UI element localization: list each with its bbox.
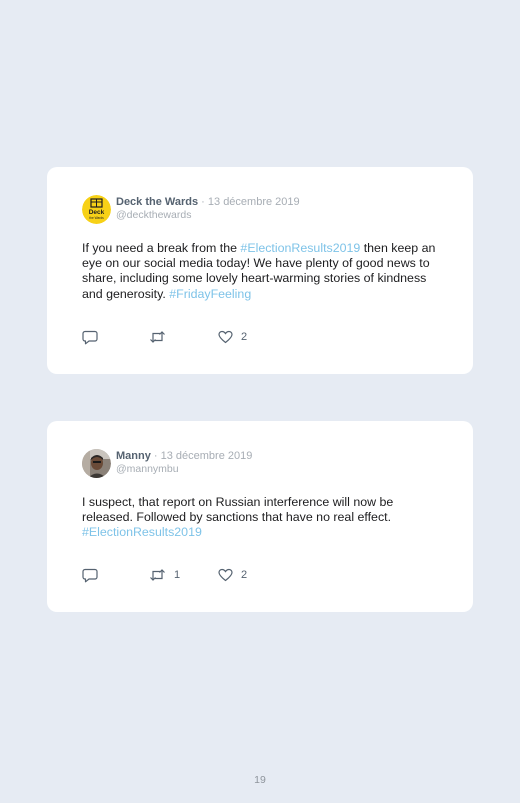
tweet-text: If you need a break from the #ElectionRe… <box>82 241 442 302</box>
author-line: Deck the Wards · 13 décembre 2019 <box>116 196 300 208</box>
reply-button[interactable] <box>82 329 106 345</box>
tweet-text-segment: I suspect, that report on Russian interf… <box>82 495 394 525</box>
profile-photo <box>82 449 111 478</box>
like-button[interactable]: 2 <box>218 329 247 345</box>
retweet-count: 1 <box>174 569 181 581</box>
retweet-icon <box>149 568 166 582</box>
author-name[interactable]: Deck the Wards <box>116 196 198 208</box>
reply-icon <box>82 568 98 583</box>
hashtag-link[interactable]: #ElectionResults2019 <box>82 525 202 539</box>
hashtag-link[interactable]: #FridayFeeling <box>169 287 251 301</box>
like-button[interactable]: 2 <box>218 567 247 583</box>
heart-icon <box>218 330 233 344</box>
retweet-button[interactable] <box>149 329 174 345</box>
reply-icon <box>82 330 98 345</box>
tweet-date: · 13 décembre 2019 <box>198 196 300 208</box>
svg-text:Deck: Deck <box>89 209 105 216</box>
author-handle[interactable]: @deckthewards <box>116 209 191 221</box>
heart-icon <box>218 568 233 582</box>
like-count: 2 <box>241 569 248 581</box>
like-count: 2 <box>241 331 248 343</box>
retweet-icon <box>149 330 166 344</box>
avatar[interactable]: Deck the Wards <box>82 195 111 224</box>
tweet-text-segment: If you need a break from the <box>82 241 241 255</box>
hashtag-link[interactable]: #ElectionResults2019 <box>240 241 360 255</box>
avatar[interactable] <box>82 449 111 478</box>
tweet-actions: 2 <box>82 329 282 345</box>
author-line: Manny · 13 décembre 2019 <box>116 450 252 462</box>
deck-the-wards-logo: Deck the Wards <box>82 195 111 224</box>
tweet-date: · 13 décembre 2019 <box>150 450 253 462</box>
retweet-button[interactable]: 1 <box>149 567 180 583</box>
page-number: 19 <box>254 774 266 786</box>
author-name[interactable]: Manny <box>116 450 151 462</box>
tweet-card[interactable]: Deck the Wards Deck the Wards · 13 décem… <box>47 167 473 374</box>
author-handle[interactable]: @mannymbu <box>116 463 179 475</box>
tweet-text: I suspect, that report on Russian interf… <box>82 495 442 541</box>
reply-button[interactable] <box>82 567 106 583</box>
tweet-actions: 1 2 <box>82 567 282 583</box>
svg-text:the Wards: the Wards <box>89 216 104 220</box>
tweet-card[interactable]: Manny · 13 décembre 2019 @mannymbu I sus… <box>47 421 473 612</box>
